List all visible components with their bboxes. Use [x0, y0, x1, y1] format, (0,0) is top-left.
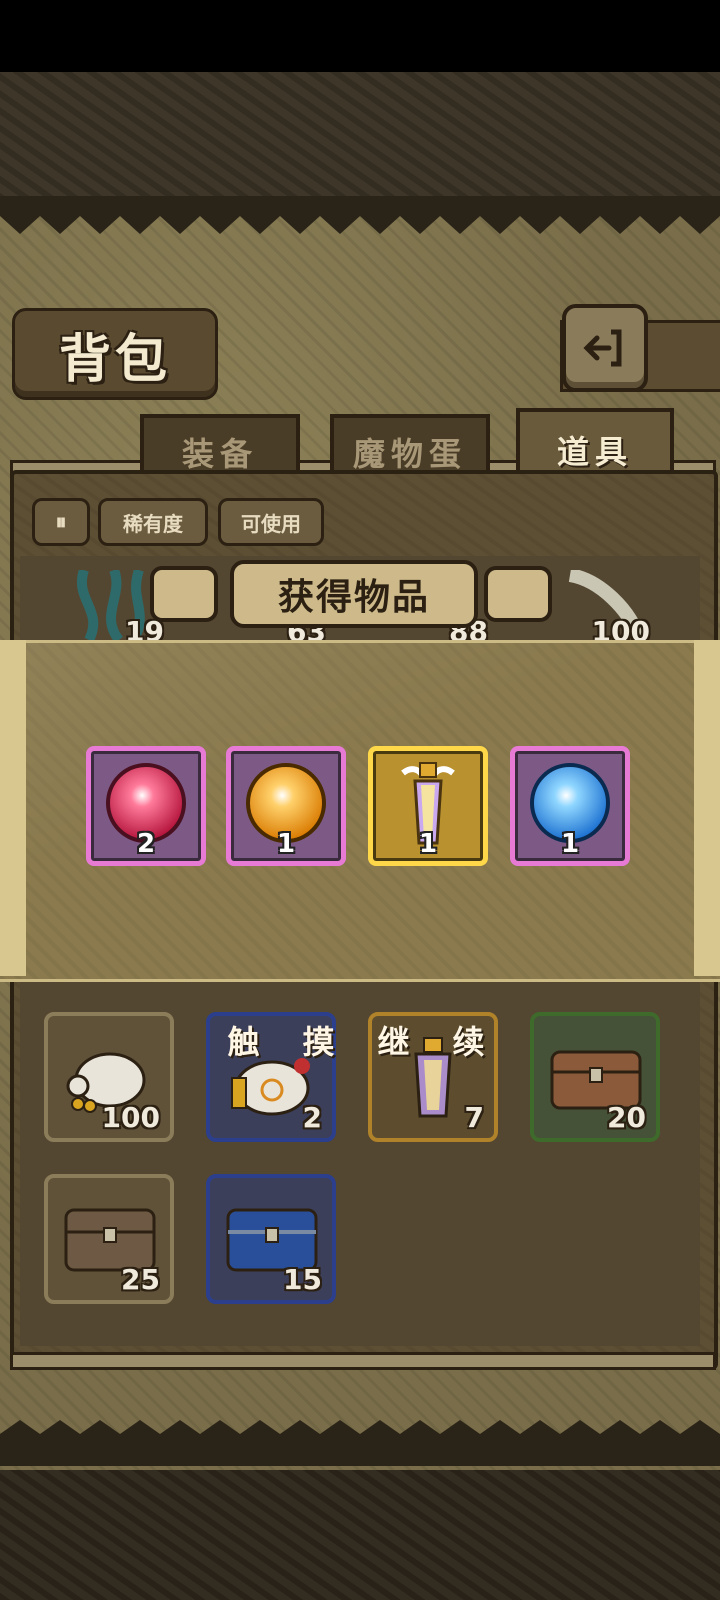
inventory-slot[interactable]: 100	[44, 1012, 174, 1142]
banner-right-edge	[694, 640, 720, 976]
pause-sort-icon: ⏸	[55, 509, 67, 535]
top-background	[0, 72, 720, 200]
inventory-slot[interactable]: 25	[44, 1174, 174, 1304]
inventory-slot[interactable]: 20	[530, 1012, 660, 1142]
usable-filter-button[interactable]: 可使用	[218, 498, 324, 546]
obtain-dialog-title: 获得物品	[230, 560, 478, 628]
panel-bottom-rail	[10, 1352, 716, 1370]
back-button[interactable]	[562, 304, 648, 392]
inventory-slot[interactable]: 15	[206, 1174, 336, 1304]
reward-slot[interactable]: 1	[368, 746, 488, 866]
status-bar	[0, 0, 720, 72]
rarity-filter-button[interactable]: 稀有度	[98, 498, 208, 546]
title-plate: 背包	[12, 308, 218, 400]
reward-slot[interactable]: 1	[510, 746, 630, 866]
tap-to-continue[interactable]: 触 摸 继 续	[206, 1016, 506, 1064]
title-side-plate-right	[484, 566, 552, 622]
zigzag-bottom-border	[0, 1420, 720, 1466]
reward-slot[interactable]: 2	[86, 746, 206, 866]
zigzag-top-border	[0, 196, 720, 234]
reward-slot[interactable]: 1	[226, 746, 346, 866]
banner-left-edge	[0, 640, 26, 976]
bottom-background	[0, 1470, 720, 1600]
sort-toggle-button[interactable]: ⏸	[32, 498, 90, 546]
back-arrow-icon	[583, 329, 622, 367]
page-title: 背包	[58, 329, 171, 390]
title-side-plate-left	[150, 566, 218, 622]
